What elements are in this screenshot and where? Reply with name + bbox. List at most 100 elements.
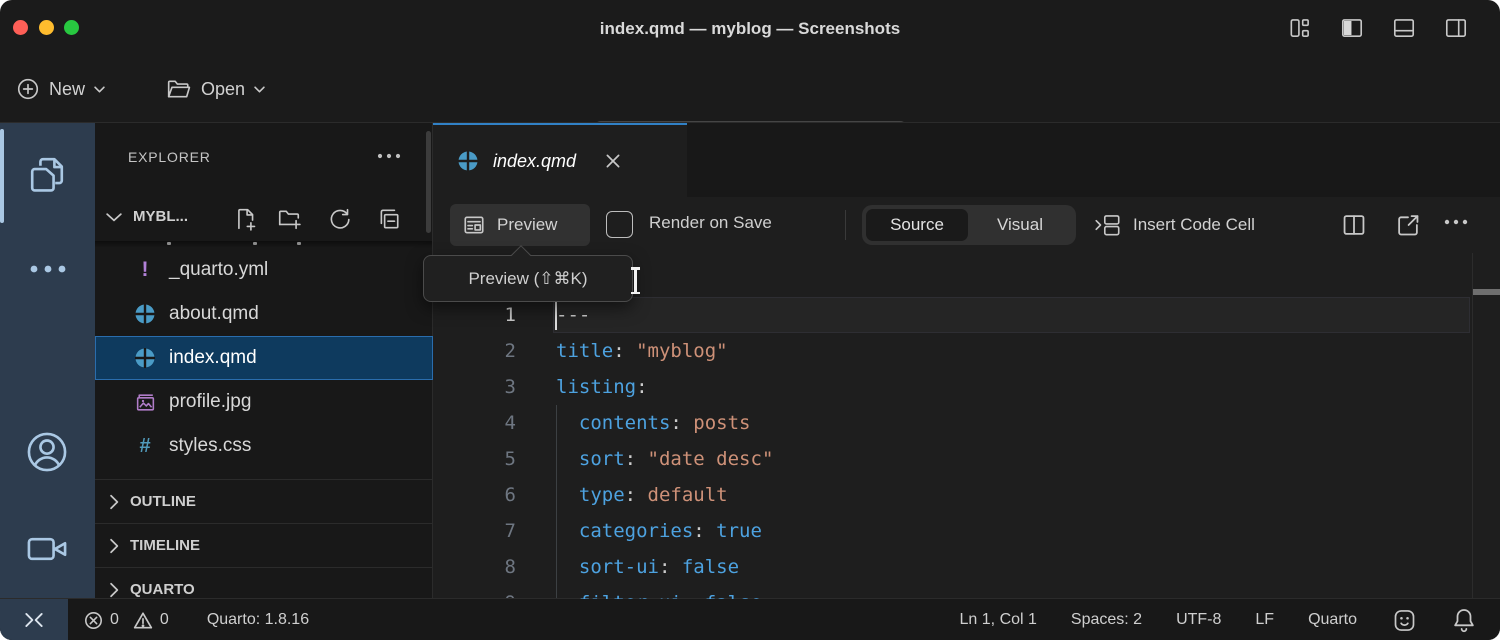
line-number: 3	[433, 376, 516, 398]
code-token	[556, 592, 579, 599]
toggle-panel-icon[interactable]	[1391, 16, 1417, 40]
code-token	[556, 484, 579, 506]
section-label: OUTLINE	[130, 493, 196, 510]
more-views-icon[interactable]	[28, 263, 68, 275]
code-line-6[interactable]: 6 type: default	[433, 477, 1500, 513]
cursor-position[interactable]: Ln 1, Col 1	[960, 611, 1037, 629]
code-line-9[interactable]: 9 filter-ui: false	[433, 585, 1500, 599]
customize-layout-icon[interactable]	[1287, 16, 1313, 40]
overview-ruler-cursor-marker	[1473, 289, 1500, 295]
code-text: contents: posts	[556, 412, 751, 434]
new-file-icon[interactable]	[234, 207, 258, 231]
render-on-save-label: Render on Save	[649, 213, 772, 233]
image-icon	[133, 390, 157, 414]
line-number: 4	[433, 412, 516, 434]
file-item-index.qmd[interactable]: index.qmd	[95, 336, 433, 380]
code-line-3[interactable]: 3 listing:	[433, 369, 1500, 405]
visual-mode-button[interactable]: Visual	[968, 205, 1072, 245]
section-outline[interactable]: OUTLINE	[95, 479, 433, 523]
preview-button[interactable]: Preview	[450, 204, 590, 246]
section-timeline[interactable]: TIMELINE	[95, 523, 433, 567]
notifications-bell-icon[interactable]	[1452, 607, 1476, 633]
source-mode-button[interactable]: Source	[866, 209, 968, 241]
feedback-icon[interactable]	[1391, 607, 1418, 634]
quarto-version[interactable]: Quarto: 1.8.16	[207, 611, 309, 629]
line-number: 1	[433, 304, 516, 326]
insert-code-cell-button[interactable]: Insert Code Cell	[1093, 210, 1255, 240]
file-name: styles.css	[169, 435, 251, 457]
file-item-about.qmd[interactable]: about.qmd	[95, 292, 433, 336]
warnings-indicator[interactable]: 0	[133, 611, 169, 630]
editor-group: index.qmd Preview Render on Save Source …	[433, 123, 1500, 599]
refresh-icon[interactable]	[327, 207, 351, 231]
chevron-right-icon	[109, 582, 120, 598]
code-line-7[interactable]: 7 categories: true	[433, 513, 1500, 549]
code-token: false	[670, 556, 739, 578]
preview-tooltip: Preview (⇧⌘K)	[423, 255, 633, 302]
workspace-name: MYBL...	[133, 208, 188, 225]
language-mode[interactable]: Quarto	[1308, 611, 1357, 629]
chevron-down-icon	[254, 86, 265, 93]
toggle-secondary-sidebar-icon[interactable]	[1443, 16, 1469, 40]
code-token: :	[670, 412, 681, 434]
file-name: profile.jpg	[169, 391, 251, 413]
code-text: listing:	[556, 376, 648, 398]
code-text: title: "myblog"	[556, 340, 728, 362]
error-icon	[84, 611, 103, 630]
account-icon[interactable]	[24, 429, 70, 475]
open-button[interactable]: Open	[165, 56, 265, 122]
code-token: :	[625, 484, 636, 506]
code-line-4[interactable]: 4 contents: posts	[433, 405, 1500, 441]
title-bar: index.qmd — myblog — Screenshots	[0, 0, 1500, 56]
new-button[interactable]: New	[16, 56, 105, 122]
code-token: default	[636, 484, 728, 506]
close-tab-icon[interactable]	[604, 152, 622, 170]
explorer-more-actions-icon[interactable]	[376, 151, 402, 161]
eol[interactable]: LF	[1255, 611, 1274, 629]
clipped-file-row	[297, 242, 301, 245]
new-folder-icon[interactable]	[277, 207, 301, 231]
workspace-header[interactable]: MYBL...	[95, 197, 433, 241]
errors-indicator[interactable]: 0	[84, 611, 119, 630]
indentation[interactable]: Spaces: 2	[1071, 611, 1142, 629]
chevron-down-icon	[106, 212, 122, 222]
explorer-view-icon[interactable]	[24, 151, 70, 197]
line-number: 7	[433, 520, 516, 542]
preview-button-label: Preview	[497, 215, 557, 235]
tab-index-qmd[interactable]: index.qmd	[433, 123, 687, 197]
more-actions-icon[interactable]	[1443, 217, 1469, 243]
code-token: :	[636, 376, 647, 398]
code-line-2[interactable]: 2title: "myblog"	[433, 333, 1500, 369]
code-line-1[interactable]: 1---	[433, 297, 1500, 333]
code-editor[interactable]: 1---2title: "myblog" 3 listing: 4 contents:…	[433, 253, 1500, 599]
code-text: filter-ui: false	[556, 592, 762, 599]
code-token: type	[579, 484, 625, 506]
code-token: filter-ui	[579, 592, 682, 599]
open-in-new-window-icon[interactable]	[1395, 212, 1421, 238]
remote-indicator[interactable]	[0, 599, 68, 640]
app-window: index.qmd — myblog — Screenshots New Ope…	[0, 0, 1500, 640]
toggle-primary-sidebar-icon[interactable]	[1339, 16, 1365, 40]
code-line-8[interactable]: 8 sort-ui: false	[433, 549, 1500, 585]
explorer-scrollbar[interactable]	[426, 131, 431, 233]
file-item-profile.jpg[interactable]: profile.jpg	[95, 380, 433, 424]
line-number: 8	[433, 556, 516, 578]
section-label: QUARTO	[130, 581, 195, 598]
window-title: index.qmd — myblog — Screenshots	[0, 0, 1500, 56]
code-line-5[interactable]: 5 sort: "date desc"	[433, 441, 1500, 477]
workbench: EXPLORER MYBL...	[0, 122, 1500, 598]
camera-icon[interactable]	[24, 529, 70, 569]
section-label: TIMELINE	[130, 537, 200, 554]
collapse-all-icon[interactable]	[377, 207, 401, 231]
code-token: posts	[682, 412, 751, 434]
file-item-_quarto.yml[interactable]: !_quarto.yml	[95, 248, 433, 292]
insert-code-cell-icon	[1093, 212, 1123, 238]
encoding[interactable]: UTF-8	[1176, 611, 1221, 629]
file-item-styles.css[interactable]: #styles.css	[95, 424, 433, 468]
code-text: type: default	[556, 484, 728, 506]
circle-plus-icon	[16, 77, 40, 101]
split-editor-icon[interactable]	[1341, 212, 1367, 238]
code-token: sort-ui	[579, 556, 659, 578]
text-cursor	[555, 300, 557, 330]
render-on-save-checkbox[interactable]	[606, 211, 633, 238]
